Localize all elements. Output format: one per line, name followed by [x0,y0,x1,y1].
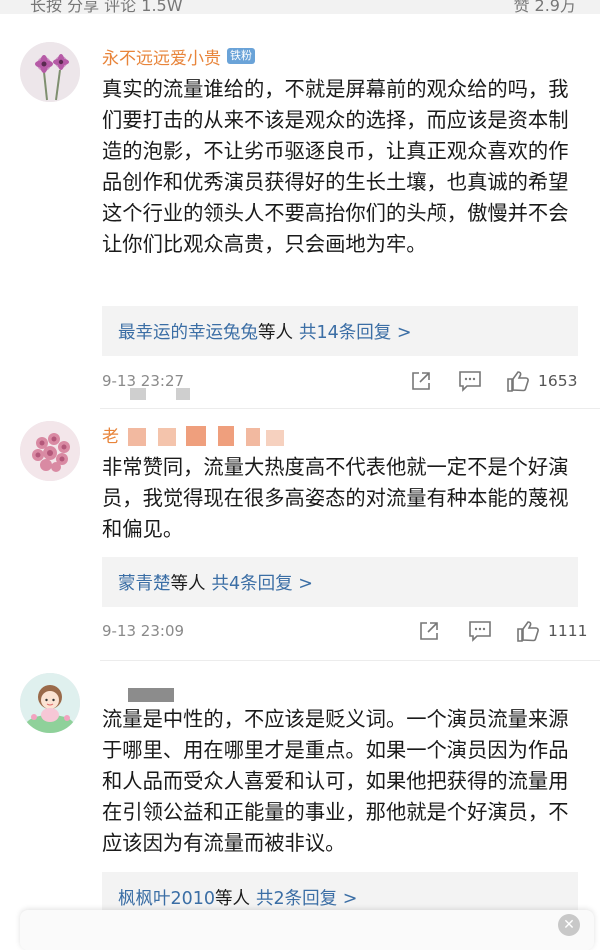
username-row: 永不远远爱小贵 铁粉 [102,42,255,70]
bottom-popup-card: ✕ [20,910,594,950]
cartoon-girl-avatar-icon [20,673,80,733]
comment-time: 9-13 23:09 [102,622,185,640]
avatar[interactable] [20,42,80,102]
reply-count-link[interactable]: 共4条回复 > [212,570,313,595]
comment-meta: 9-13 23:27 1653 [102,368,582,396]
redaction-mosaic [158,428,176,446]
divider [100,660,600,661]
redaction-mosaic [130,388,146,400]
like-count: 1111 [548,622,588,640]
comment-text: 非常赞同，流量大热度高不代表他就一定不是个好演员，我觉得现在很多高姿态的对流量有… [102,455,569,541]
share-icon[interactable] [418,620,440,642]
share-icon[interactable] [410,370,432,392]
reply-count-link[interactable]: 共14条回复 > [299,319,412,344]
reply-summary[interactable]: 蒙青楚 等人 共4条回复 > [102,557,578,607]
comment-icon[interactable] [458,370,482,392]
comment-meta: 9-13 23:09 1111 [102,618,587,646]
top-tab-strip: 长按 分享 评论 1.5W 赞 2.9万 [0,0,600,14]
flower-bouquet-avatar-icon [20,421,80,481]
like-count: 1653 [538,372,578,390]
comment-text: 流量是中性的，不应该是贬义词。一个演员流量来源于哪里、用在哪里才是重点。如果一个… [102,707,569,855]
username[interactable]: 永不远远爱小贵 [102,44,221,69]
reply-suffix: 等人 [215,888,251,909]
username-row: 老 [102,420,119,448]
top-likes-partial: 赞 2.9万 [513,0,576,14]
like-icon[interactable] [516,620,540,642]
reply-suffix: 等人 [170,573,206,594]
reply-suffix: 等人 [258,322,293,343]
like-icon[interactable] [506,370,530,392]
comment-item: 流量是中性的，不应该是贬义词。一个演员流量来源于哪里、用在哪里才是重点。如果一个… [0,672,600,932]
fan-badge: 铁粉 [227,48,255,64]
top-tabs-partial: 长按 分享 评论 1.5W [30,0,183,14]
redaction-mosaic [128,428,146,446]
reply-user[interactable]: 最幸运的幸运兔兔 [118,319,258,344]
comment-text: 真实的流量谁给的，不就是屏幕前的观众给的吗，我们要打击的从来不该是观众的选择，而… [102,77,569,256]
username[interactable]: 老 [102,422,119,447]
redaction-mosaic [266,430,284,446]
comment-item: 老 非常赞同，流量大热度高不代表他就一定不是个好演员，我觉得现在很多高姿态的对流… [0,420,600,650]
redaction-mosaic [218,426,234,446]
close-icon[interactable]: ✕ [558,914,580,936]
flower-avatar-icon [20,42,80,102]
avatar[interactable] [20,673,80,733]
avatar[interactable] [20,421,80,481]
reply-user[interactable]: 枫枫叶2010 [118,885,215,910]
redaction-mosaic [186,426,206,446]
reply-count-link[interactable]: 共2条回复 > [256,885,357,910]
comment-item: 永不远远爱小贵 铁粉 真实的流量谁给的，不就是屏幕前的观众给的吗，我们要打击的从… [0,40,600,400]
redaction-mosaic [246,428,260,446]
reply-summary[interactable]: 最幸运的幸运兔兔 等人 共14条回复 > [102,306,578,356]
redaction-mosaic [128,688,174,702]
reply-user[interactable]: 蒙青楚 [118,570,171,595]
redaction-mosaic [176,388,190,400]
divider [100,408,600,409]
comment-icon[interactable] [468,620,492,642]
